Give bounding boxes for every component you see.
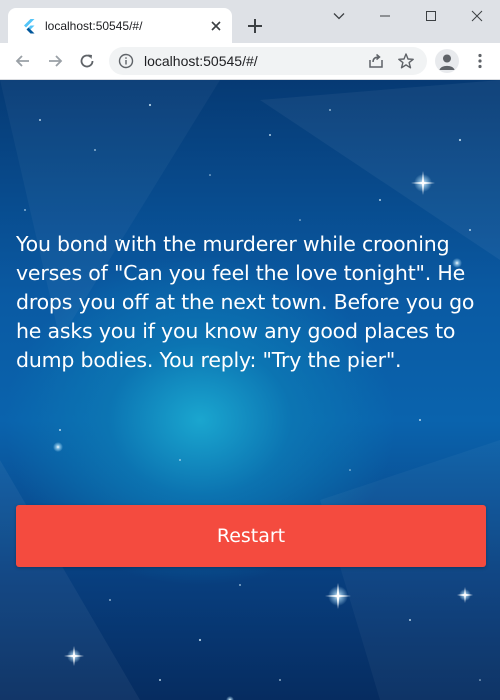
close-icon[interactable] xyxy=(206,16,226,36)
tab-search-button[interactable] xyxy=(316,0,362,32)
address-bar[interactable]: localhost:50545/#/ xyxy=(109,47,427,75)
star-icon[interactable] xyxy=(397,52,415,70)
tab-title: localhost:50545/#/ xyxy=(45,19,143,33)
page-viewport: You bond with the murderer while croonin… xyxy=(0,80,500,700)
browser-tab[interactable]: localhost:50545/#/ xyxy=(8,8,232,43)
url-text[interactable]: localhost:50545/#/ xyxy=(144,53,258,69)
tab-strip: localhost:50545/#/ xyxy=(0,0,500,43)
maximize-icon xyxy=(426,11,436,21)
browser-toolbar: localhost:50545/#/ xyxy=(0,43,500,80)
close-icon xyxy=(471,10,483,22)
browser-window: localhost:50545/#/ localhost:50545/#/ Yo… xyxy=(0,0,500,700)
window-close-button[interactable] xyxy=(454,0,500,32)
avatar-icon[interactable] xyxy=(435,49,459,73)
kebab-menu-icon xyxy=(478,53,482,69)
back-button[interactable] xyxy=(12,50,34,72)
flutter-icon xyxy=(24,19,35,34)
profile-silhouette xyxy=(439,54,455,70)
minimize-button[interactable] xyxy=(362,0,408,32)
reload-icon xyxy=(80,54,94,68)
maximize-button[interactable] xyxy=(408,0,454,32)
restart-button-label: Restart xyxy=(216,525,286,547)
share-icon[interactable] xyxy=(367,52,385,70)
info-icon[interactable] xyxy=(118,53,134,69)
minimize-icon xyxy=(380,15,390,17)
story-text: You bond with the murderer while croonin… xyxy=(16,232,475,372)
plus-icon[interactable] xyxy=(243,14,267,38)
forward-button[interactable] xyxy=(44,50,66,72)
browser-menu-button[interactable] xyxy=(469,50,491,72)
back-arrow-icon xyxy=(15,55,29,67)
forward-arrow-icon xyxy=(49,55,63,67)
starfield-background xyxy=(0,80,500,700)
reload-button[interactable] xyxy=(76,50,98,72)
restart-button[interactable]: Restart xyxy=(16,505,486,567)
chevron-down-icon xyxy=(333,13,345,20)
